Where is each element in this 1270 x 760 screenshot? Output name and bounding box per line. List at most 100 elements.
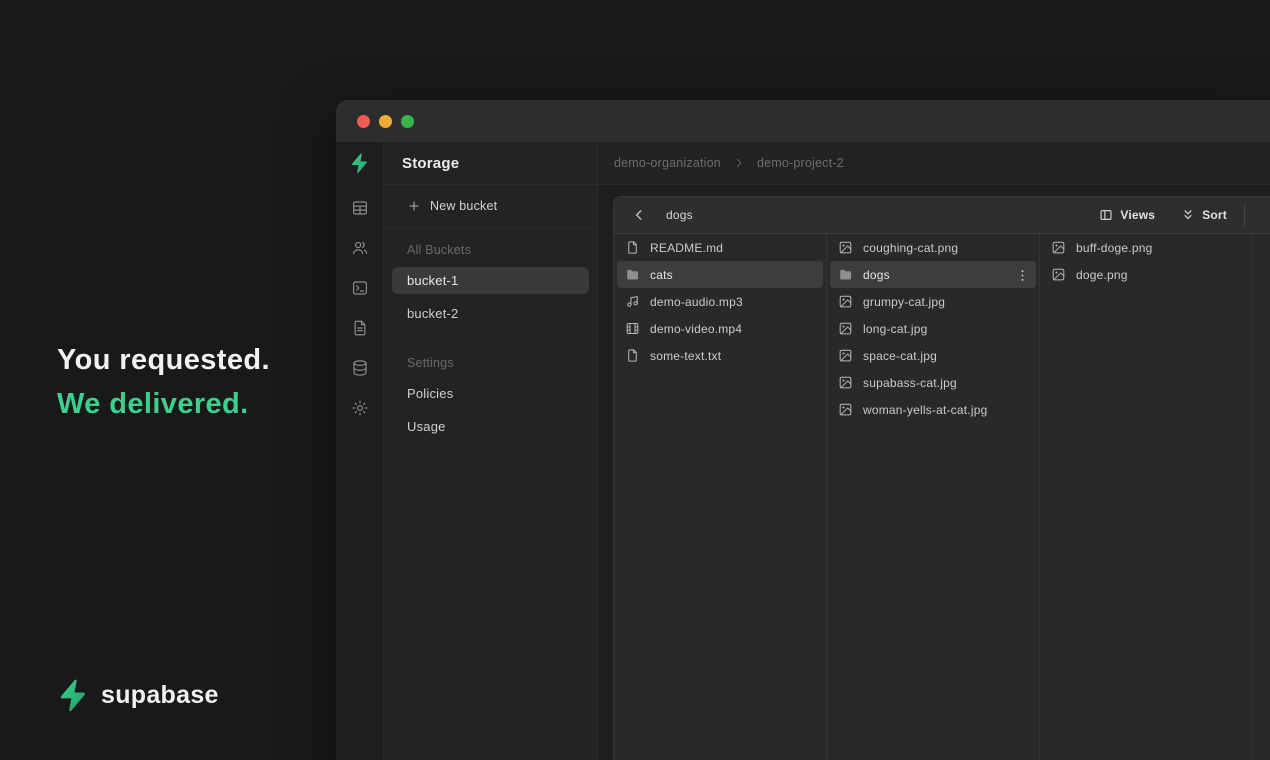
image-icon xyxy=(838,375,853,390)
image-icon xyxy=(1051,240,1066,255)
users-icon xyxy=(351,239,369,262)
storage-sidebar: New bucket All Buckets bucket-1bucket-2 … xyxy=(384,185,598,760)
item-name: README.md xyxy=(650,241,723,255)
explorer-column-1: README.md cats demo-audio.mp3 demo-video… xyxy=(614,234,827,760)
window-titlebar xyxy=(336,100,1270,142)
item-name: long-cat.jpg xyxy=(863,322,927,336)
sort-button[interactable]: Sort xyxy=(1181,208,1227,222)
tagline-line-1: You requested. xyxy=(57,338,270,382)
item-name: grumpy-cat.jpg xyxy=(863,295,945,309)
supabase-logo: supabase xyxy=(56,678,219,712)
item-name: woman-yells-at-cat.jpg xyxy=(863,403,987,417)
file-icon xyxy=(625,240,640,255)
image-icon xyxy=(838,402,853,417)
toolbar-divider xyxy=(1244,204,1245,226)
back-button[interactable] xyxy=(628,204,650,226)
file-row[interactable]: coughing-cat.png xyxy=(830,234,1036,261)
nav-item-database[interactable] xyxy=(336,350,384,390)
nav-item-terminal[interactable] xyxy=(336,270,384,310)
kebab-menu-icon[interactable] xyxy=(1015,268,1028,281)
item-name: buff-doge.png xyxy=(1076,241,1152,255)
sidebar-item-usage[interactable]: Usage xyxy=(392,413,589,440)
traffic-light-minimize[interactable] xyxy=(379,115,392,128)
primary-nav xyxy=(336,142,384,760)
gear-icon xyxy=(351,399,369,422)
audio-icon xyxy=(625,294,640,309)
image-icon xyxy=(1051,267,1066,282)
chevron-right-icon xyxy=(733,157,745,169)
section-title-cell: Storage xyxy=(384,142,598,184)
terminal-icon xyxy=(351,279,369,302)
sidebar-item-policies[interactable]: Policies xyxy=(392,380,589,407)
explorer-columns: README.md cats demo-audio.mp3 demo-video… xyxy=(614,234,1270,760)
item-name: dogs xyxy=(863,268,890,282)
breadcrumb: demo-organization demo-project-2 xyxy=(598,142,1270,184)
nav-item-file-text[interactable] xyxy=(336,310,384,350)
supabase-bolt-icon xyxy=(349,151,370,175)
explorer-column-3: buff-doge.png doge.png xyxy=(1040,234,1253,760)
sidebar-item-bucket-1[interactable]: bucket-1 xyxy=(392,267,589,294)
file-explorer-panel: dogs Views Sort xyxy=(613,196,1270,760)
file-row[interactable]: woman-yells-at-cat.jpg xyxy=(830,396,1036,423)
item-name: space-cat.jpg xyxy=(863,349,937,363)
file-row[interactable]: grumpy-cat.jpg xyxy=(830,288,1036,315)
nav-item-gear[interactable] xyxy=(336,390,384,430)
plus-icon xyxy=(407,199,421,213)
nav-item-users[interactable] xyxy=(336,230,384,270)
sidebar-item-bucket-2[interactable]: bucket-2 xyxy=(392,300,589,327)
sidebar-section: Settings Policies Usage xyxy=(384,341,597,440)
traffic-lights xyxy=(357,115,414,128)
table-icon xyxy=(351,199,369,222)
item-name: cats xyxy=(650,268,673,282)
explorer-toolbar: dogs Views Sort xyxy=(614,197,1270,234)
item-name: some-text.txt xyxy=(650,349,721,363)
explorer-column-2: coughing-cat.png dogs grumpy-cat.jpg lon… xyxy=(827,234,1040,760)
panel-columns-icon xyxy=(1099,208,1113,222)
brand-wordmark: supabase xyxy=(101,681,219,710)
breadcrumb-project[interactable]: demo-project-2 xyxy=(757,156,844,170)
new-bucket-button[interactable]: New bucket xyxy=(384,185,597,228)
tagline: You requested. We delivered. xyxy=(57,338,270,426)
tagline-line-2: We delivered. xyxy=(57,382,270,426)
sidebar-section: All Buckets bucket-1 bucket-2 xyxy=(384,228,597,327)
file-row[interactable]: doge.png xyxy=(1043,261,1249,288)
file-row[interactable]: buff-doge.png xyxy=(1043,234,1249,261)
traffic-light-zoom[interactable] xyxy=(401,115,414,128)
file-row[interactable]: long-cat.jpg xyxy=(830,315,1036,342)
explorer-area: dogs Views Sort xyxy=(598,185,1270,760)
nav-item-table[interactable] xyxy=(336,190,384,230)
file-text-icon xyxy=(351,319,369,342)
file-row[interactable]: space-cat.jpg xyxy=(830,342,1036,369)
folder-row[interactable]: cats xyxy=(617,261,823,288)
traffic-light-close[interactable] xyxy=(357,115,370,128)
sidebar-section-label: Settings xyxy=(384,350,597,376)
views-label: Views xyxy=(1120,208,1155,222)
file-row[interactable]: supabass-cat.jpg xyxy=(830,369,1036,396)
file-row[interactable]: demo-video.mp4 xyxy=(617,315,823,342)
item-name: demo-video.mp4 xyxy=(650,322,742,336)
item-name: demo-audio.mp3 xyxy=(650,295,743,309)
views-button[interactable]: Views xyxy=(1099,208,1155,222)
folder-row[interactable]: dogs xyxy=(830,261,1036,288)
sidebar-section-label: All Buckets xyxy=(384,237,597,263)
video-icon xyxy=(625,321,640,336)
item-name: coughing-cat.png xyxy=(863,241,958,255)
new-bucket-label: New bucket xyxy=(430,199,497,213)
chevrons-down-icon xyxy=(1181,208,1195,222)
file-row[interactable]: some-text.txt xyxy=(617,342,823,369)
app-header: Storage demo-organization demo-project-2 xyxy=(384,142,1270,185)
image-icon xyxy=(838,348,853,363)
file-row[interactable]: demo-audio.mp3 xyxy=(617,288,823,315)
image-icon xyxy=(838,240,853,255)
nav-home-button[interactable] xyxy=(336,142,383,184)
current-folder-label: dogs xyxy=(666,208,693,222)
file-row[interactable]: README.md xyxy=(617,234,823,261)
chevron-left-icon xyxy=(632,208,646,222)
page-title: Storage xyxy=(402,155,459,172)
supabase-bolt-icon xyxy=(56,678,90,712)
item-name: doge.png xyxy=(1076,268,1128,282)
folder-icon xyxy=(625,267,640,282)
breadcrumb-org[interactable]: demo-organization xyxy=(614,156,721,170)
database-icon xyxy=(351,359,369,382)
file-icon xyxy=(625,348,640,363)
